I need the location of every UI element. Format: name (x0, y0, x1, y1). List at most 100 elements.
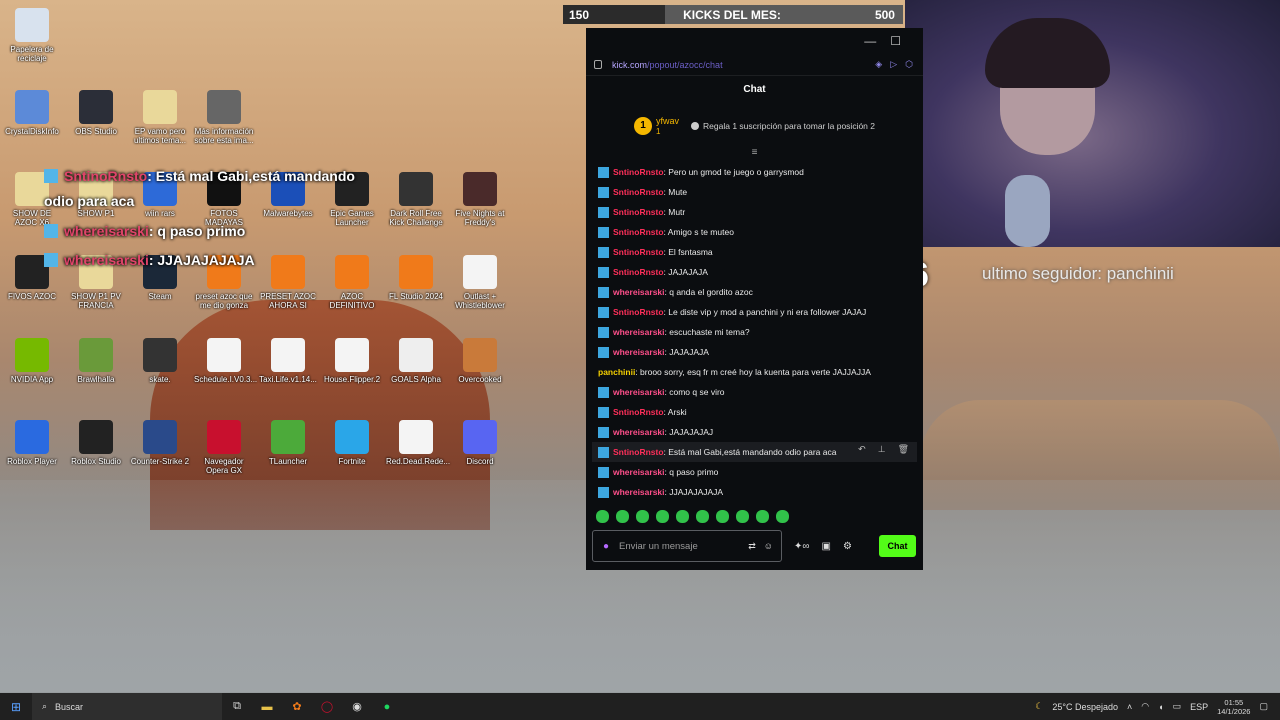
desktop-icon[interactable]: Roblox Studio (66, 420, 126, 466)
pin-icon[interactable]: ⊥ (878, 444, 886, 455)
emote-icon[interactable] (596, 510, 609, 523)
chat-message[interactable]: whereisarski: JAJAJAJAJ (598, 422, 911, 442)
desktop-icon[interactable]: GOALS Alpha (386, 338, 446, 384)
chat-username[interactable]: SntinoRnsto (613, 307, 664, 317)
kicks-icon[interactable]: ✦∞ (794, 541, 810, 552)
notifications-icon[interactable]: ▢ (1259, 701, 1268, 712)
chat-username[interactable]: SntinoRnsto (613, 447, 664, 457)
desktop-icon[interactable]: Schedule.I.V0.3... (194, 338, 257, 384)
tray-chevron-icon[interactable]: ˄ (1127, 702, 1132, 712)
pinned-toggle-icon[interactable]: ≡ (586, 148, 923, 160)
desktop-icon[interactable]: House.Flipper.2 (322, 338, 382, 384)
desktop-icon[interactable]: Five Nights at Freddy's (450, 172, 510, 227)
chat-message[interactable]: SntinoRnsto: Le diste vip y mod a panchi… (598, 302, 911, 322)
delete-icon[interactable]: 🗑 (898, 444, 909, 455)
desktop-icon[interactable]: Overcooked (450, 338, 510, 384)
shield-icon[interactable]: ◈ (875, 59, 882, 70)
settings-gear-icon[interactable]: ⚙ (843, 541, 852, 552)
speaker-icon[interactable]: ◖ (1158, 702, 1163, 712)
weather-text[interactable]: 25°C Despejado (1052, 702, 1118, 712)
chat-message[interactable]: SntinoRnsto: Amigo s te muteo (598, 222, 911, 242)
task-view-icon[interactable]: ⧉ (222, 700, 252, 713)
desktop-icon[interactable]: Counter-Strike 2 (130, 420, 190, 466)
chat-message[interactable]: whereisarski: escuchaste mi tema? (598, 322, 911, 342)
chat-message[interactable]: whereisarski: como q se viro (598, 382, 911, 402)
chat-message[interactable]: SntinoRnsto: Arski (598, 402, 911, 422)
chat-username[interactable]: whereisarski (613, 327, 665, 337)
emote-icon[interactable] (776, 510, 789, 523)
chat-username[interactable]: SntinoRnsto (613, 247, 664, 257)
emote-icon[interactable] (696, 510, 709, 523)
desktop-icon[interactable]: PRESET AZOC AHORA SI (258, 255, 318, 310)
chat-username[interactable]: SntinoRnsto (613, 227, 664, 237)
maximize-button[interactable]: ☐ (890, 34, 901, 48)
desktop-icon[interactable]: Más información sobre esta ima... (194, 90, 254, 145)
chat-username[interactable]: whereisarski (613, 387, 665, 397)
chat-message[interactable]: SntinoRnsto: Mutr (598, 202, 911, 222)
chat-message[interactable]: whereisarski: q anda el gordito azoc (598, 282, 911, 302)
desktop-icon[interactable]: AZOC DEFINITIVO (322, 255, 382, 310)
reply-icon[interactable]: ↶ (858, 444, 866, 455)
chat-message[interactable]: SntinoRnsto: Mute (598, 182, 911, 202)
desktop-icon[interactable]: TLauncher (258, 420, 318, 466)
chat-username[interactable]: SntinoRnsto (613, 407, 664, 417)
desktop-icon[interactable]: Navegador Opera GX (194, 420, 254, 475)
desktop-icon[interactable]: Fortnite (322, 420, 382, 466)
obs-taskbar-icon[interactable]: ◉ (342, 700, 372, 713)
emote-icon[interactable] (656, 510, 669, 523)
chat-username[interactable]: SntinoRnsto (613, 167, 664, 177)
chat-username[interactable]: whereisarski (613, 487, 665, 497)
desktop-icon[interactable]: EP vamo pero ultimos tema... (130, 90, 190, 145)
chat-message[interactable]: SntinoRnsto: JAJAJAJA (598, 262, 911, 282)
desktop-icon[interactable]: Red.Dead.Rede... (386, 420, 450, 466)
gift-cta[interactable]: Regala 1 suscripción para tomar la posic… (703, 121, 875, 131)
chat-username[interactable]: SntinoRnsto (613, 187, 664, 197)
chat-username[interactable]: whereisarski (613, 347, 665, 357)
gift-shop-icon[interactable]: ▣ (822, 541, 831, 552)
chat-username[interactable]: whereisarski (613, 287, 665, 297)
chat-message[interactable]: SntinoRnsto: Está mal Gabi,está mandando… (592, 442, 917, 462)
desktop-icon[interactable]: Papelera de reciclaje (2, 8, 62, 63)
desktop-icon[interactable]: skate. (130, 338, 190, 384)
chat-message[interactable]: whereisarski: JAJAJAJA (598, 342, 911, 362)
emoji-icon[interactable]: ☺ (764, 541, 773, 551)
file-explorer-icon[interactable]: ▬ (252, 701, 282, 713)
desktop-icon[interactable]: Roblox Player (2, 420, 62, 466)
desktop-icon[interactable]: FL Studio 2024 (386, 255, 446, 301)
emote-icon[interactable] (716, 510, 729, 523)
emote-icon[interactable] (676, 510, 689, 523)
wifi-icon[interactable]: ◠ (1141, 701, 1149, 712)
spotify-taskbar-icon[interactable]: ● (372, 701, 402, 713)
chat-username[interactable]: panchinii (598, 367, 635, 377)
windows-start-icon[interactable]: ⊞ (0, 700, 32, 714)
desktop-icon[interactable]: Brawlhalla (66, 338, 126, 384)
desktop-icon[interactable]: Discord (450, 420, 510, 466)
battery-icon[interactable]: ▭ (1173, 701, 1182, 712)
chat-send-button[interactable]: Chat (879, 535, 916, 557)
emote-icon[interactable] (616, 510, 629, 523)
desktop-icon[interactable]: Dark Roll Free Kick Challenge (386, 172, 446, 227)
translate-icon[interactable]: ⇄ (748, 541, 756, 552)
language-indicator[interactable]: ESP (1190, 702, 1208, 712)
chat-message[interactable]: whereisarski: q paso primo (598, 462, 911, 482)
clock[interactable]: 01:55 14/1/2026 (1217, 698, 1250, 716)
url-bar[interactable]: kick.com/popout/azocc/chat ◈ ▷ ⬡ (586, 54, 923, 76)
desktop-icon[interactable]: Outlast + Whistleblower (450, 255, 510, 310)
mic-icon[interactable]: ● (603, 541, 609, 552)
chat-username[interactable]: whereisarski (613, 467, 665, 477)
chat-input[interactable]: ● Enviar un mensaje ⇄ ☺ (592, 530, 782, 562)
chat-username[interactable]: SntinoRnsto (613, 267, 664, 277)
chat-message[interactable]: panchinii: brooo sorry, esq fr m creé ho… (598, 362, 911, 382)
chat-message[interactable]: SntinoRnsto: Pero un gmod te juego o gar… (598, 162, 911, 182)
minimize-button[interactable]: — (864, 34, 876, 48)
play-icon[interactable]: ▷ (890, 59, 897, 70)
extension-icon[interactable]: ⬡ (905, 59, 913, 70)
emote-icon[interactable] (756, 510, 769, 523)
desktop-icon[interactable]: NVIDIA App (2, 338, 62, 384)
operagx-taskbar-icon[interactable]: ◯ (312, 700, 342, 713)
chat-message[interactable]: SntinoRnsto: El fsntasma (598, 242, 911, 262)
chat-message[interactable]: whereisarski: JJAJAJAJAJA (598, 482, 911, 502)
taskbar-search[interactable]: ⌕ Buscar (32, 693, 222, 720)
emote-icon[interactable] (736, 510, 749, 523)
desktop-icon[interactable]: OBS Studio (66, 90, 126, 136)
